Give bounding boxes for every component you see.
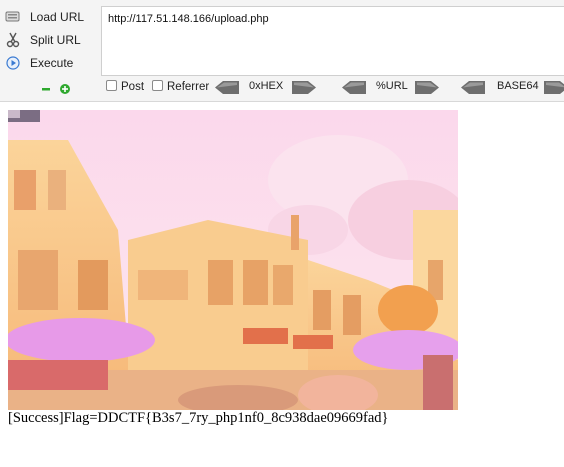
execute-label: Execute (30, 56, 74, 70)
split-url-label: Split URL (30, 33, 81, 47)
upload-result-text: [Success]Flag=DDCTF{B3s7_7ry_php1nf0_8c9… (8, 410, 389, 426)
uploaded-image (8, 110, 458, 410)
load-url-label: Load URL (30, 10, 85, 24)
base64-encode-arrow-icon[interactable] (544, 81, 564, 94)
decrease-font-icon[interactable] (40, 82, 52, 94)
url-label: %URL (376, 80, 408, 92)
split-url-button[interactable]: Split URL (0, 29, 98, 51)
base64-label: BASE64 (497, 80, 539, 92)
post-label: Post (121, 81, 145, 93)
post-checkbox[interactable] (106, 80, 117, 91)
hex-label: 0xHEX (249, 80, 284, 92)
url-input[interactable]: http://117.51.148.166/upload.php (101, 6, 564, 76)
base64-decode-arrow-icon[interactable] (461, 81, 485, 94)
hackbar-toolbar: Load URL Split URL Execute http://117.51… (0, 0, 564, 102)
referrer-label: Referrer (167, 81, 210, 93)
hex-decode-arrow-icon[interactable] (215, 81, 239, 94)
scissors-icon (4, 31, 22, 49)
load-url-icon (4, 8, 22, 26)
play-icon (4, 54, 22, 72)
url-decode-arrow-icon[interactable] (342, 81, 366, 94)
referrer-checkbox[interactable] (152, 80, 163, 91)
url-encode-arrow-icon[interactable] (415, 81, 439, 94)
execute-button[interactable]: Execute (0, 52, 98, 74)
load-url-button[interactable]: Load URL (0, 6, 98, 28)
increase-font-icon[interactable] (59, 82, 71, 94)
hex-encode-arrow-icon[interactable] (292, 81, 316, 94)
